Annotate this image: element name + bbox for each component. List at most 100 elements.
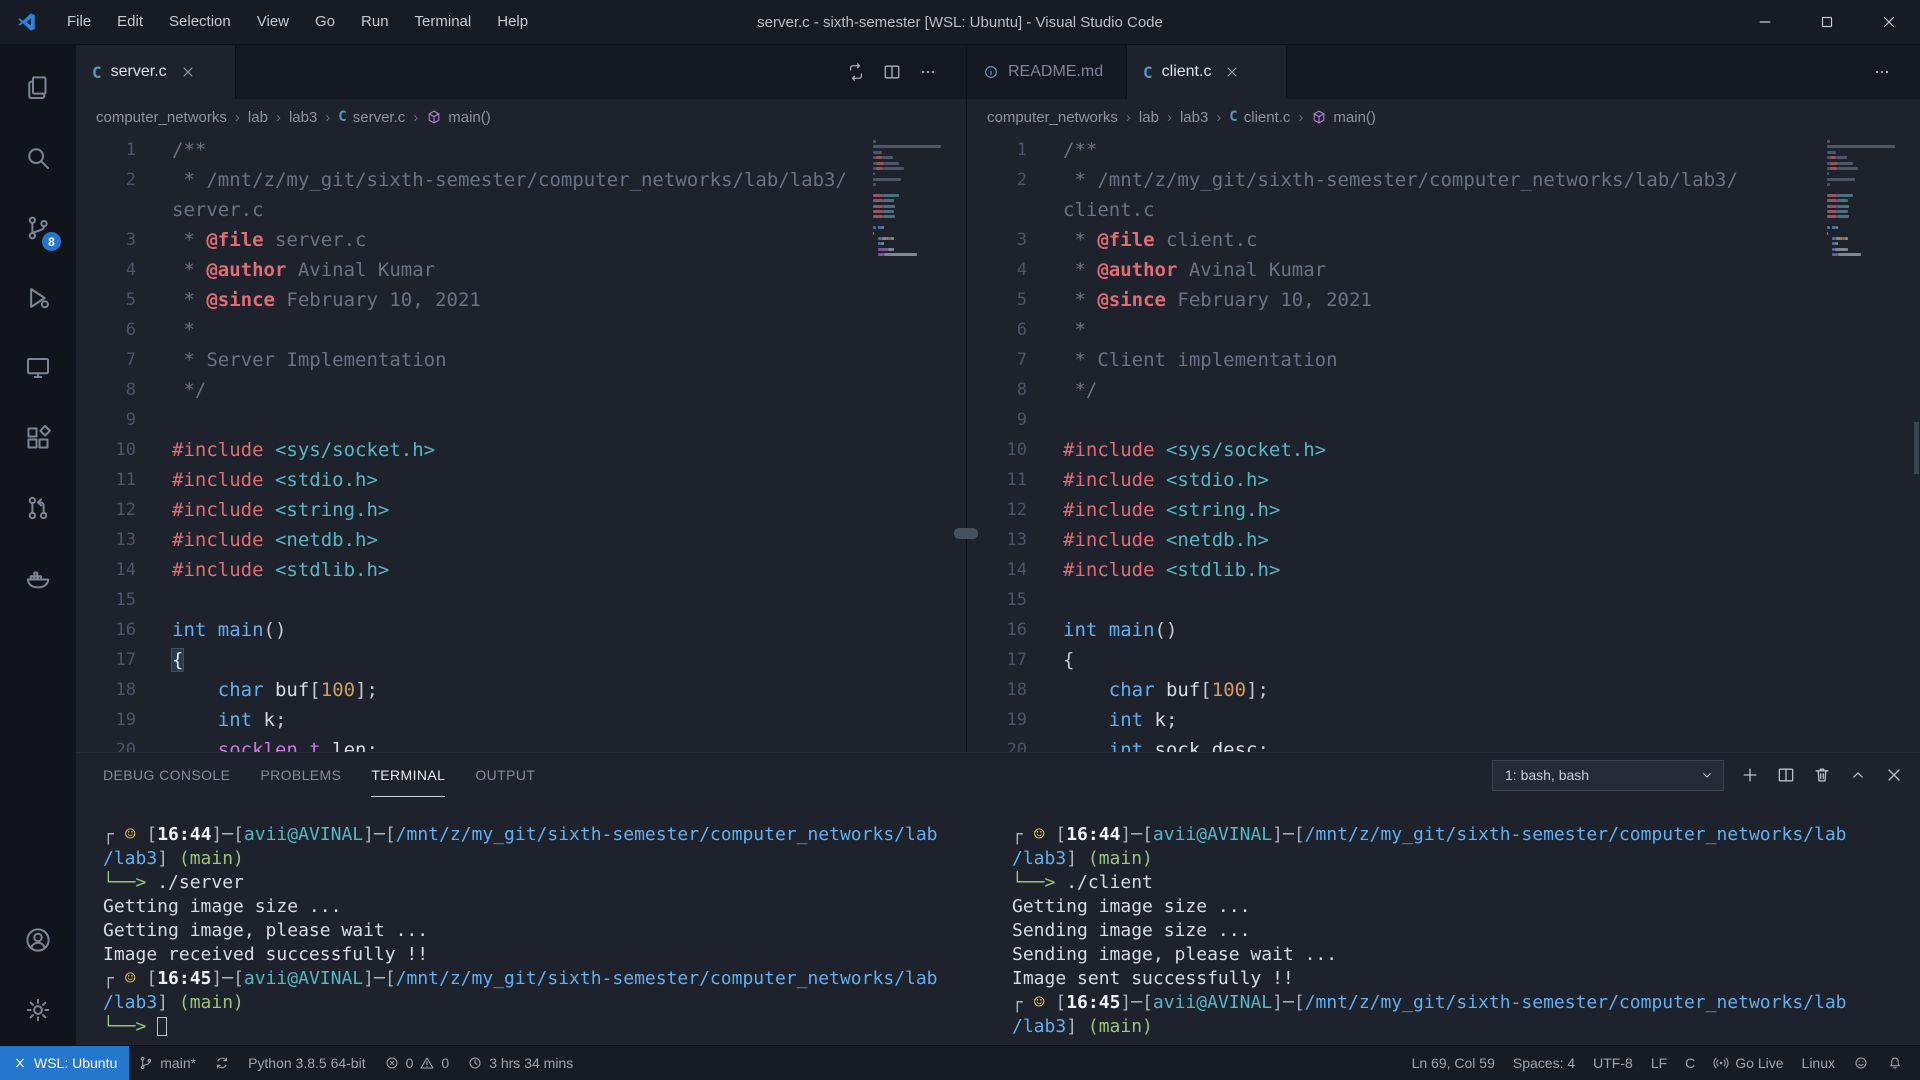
activity-github-pull-requests[interactable] [0, 473, 76, 543]
tab-readme.md[interactable]: README.md [967, 45, 1127, 99]
maximize-button[interactable] [1796, 0, 1858, 44]
code-line: 5 * @since February 10, 2021 [967, 285, 1920, 315]
breadcrumb-item-server.c[interactable]: Cserver.c [338, 109, 405, 126]
status-os[interactable]: Linux [1793, 1046, 1844, 1080]
code-line: 16int main() [76, 615, 966, 645]
code-line: 9 [967, 405, 1920, 435]
code-line: 4 * @author Avinal Kumar [76, 255, 966, 285]
terminal-selector[interactable]: 1: bash, bash [1492, 760, 1724, 791]
breadcrumb-item-main-[interactable]: main() [1311, 109, 1376, 126]
status-bar: WSL: Ubuntumain* Python 3.8.5 64-bit003 h… [0, 1045, 1920, 1080]
terminal-line: /lab3] (main) [1012, 1015, 1920, 1039]
breadcrumb-item-client.c[interactable]: Cclient.c [1229, 109, 1290, 126]
status-cursor-position[interactable]: Ln 69, Col 59 [1403, 1046, 1504, 1080]
menu-view[interactable]: View [244, 0, 302, 44]
panel-tab-debug-console[interactable]: DEBUG CONSOLE [103, 753, 230, 797]
symbol-method-icon [426, 109, 442, 125]
breadcrumb-item-lab[interactable]: lab [248, 109, 268, 126]
code-line: 3 * @file server.c [76, 225, 966, 255]
open-changes-button[interactable] [846, 62, 866, 82]
activity-run-and-debug[interactable] [0, 263, 76, 333]
terminal-pane-left[interactable]: ┌ ☺ [16:44]─[avii@AVINAL]─[/mnt/z/my_git… [76, 797, 976, 1045]
terminal-pane-right[interactable]: ┌ ☺ [16:44]─[avii@AVINAL]─[/mnt/z/my_git… [976, 797, 1920, 1045]
status-go-live[interactable]: Go Live [1704, 1046, 1792, 1080]
breadcrumb[interactable]: computer_networks›lab›lab3›Cserver.c›mai… [76, 99, 966, 135]
terminal-line: ┌ ☺ [16:45]─[avii@AVINAL]─[/mnt/z/my_git… [1012, 991, 1920, 1015]
tab-server.c[interactable]: Cserver.c [76, 45, 236, 99]
menu-edit[interactable]: Edit [104, 0, 156, 44]
code-line: 18 char buf[100]; [967, 675, 1920, 705]
activity-explorer[interactable] [0, 53, 76, 123]
error-icon [384, 1055, 400, 1071]
code-editor-server[interactable]: 1/**2 * /mnt/z/my_git/sixth-semester/com… [76, 135, 966, 752]
activity-accounts[interactable] [0, 905, 76, 975]
status-encoding[interactable]: UTF-8 [1584, 1046, 1642, 1080]
more-actions-button[interactable] [1872, 62, 1892, 82]
close-window-button[interactable] [1858, 0, 1920, 44]
menu-file[interactable]: File [54, 0, 104, 44]
terminal-line: Image sent successfully !! [1012, 967, 1920, 991]
line-number: 8 [967, 375, 1027, 405]
line-number: 18 [967, 675, 1027, 705]
minimap[interactable] [873, 140, 951, 259]
breadcrumb[interactable]: computer_networks›lab›lab3›Cclient.c›mai… [967, 99, 1920, 135]
activity-settings[interactable] [0, 975, 76, 1045]
line-number: 16 [967, 615, 1027, 645]
status-indentation[interactable]: Spaces: 4 [1504, 1046, 1584, 1080]
kill-terminal-button[interactable] [1812, 765, 1832, 785]
split-editor-button[interactable] [882, 62, 902, 82]
status-python-version[interactable]: Python 3.8.5 64-bit [239, 1046, 375, 1080]
breadcrumb-item-main-[interactable]: main() [426, 109, 491, 126]
status-eol[interactable]: LF [1642, 1046, 1676, 1080]
breadcrumb-item-computer-networks[interactable]: computer_networks [987, 109, 1118, 126]
breadcrumb-item-lab[interactable]: lab [1139, 109, 1159, 126]
new-terminal-button[interactable] [1740, 765, 1760, 785]
status-sync-changes[interactable] [205, 1046, 239, 1080]
remote-icon [12, 1055, 28, 1071]
close-icon[interactable] [180, 64, 196, 80]
breadcrumb-separator: › [1126, 109, 1131, 126]
scrollbar-thumb[interactable] [1914, 422, 1919, 474]
activity-remote-explorer[interactable] [0, 333, 76, 403]
close-icon[interactable] [1224, 64, 1240, 80]
panel-tab-problems[interactable]: PROBLEMS [260, 753, 341, 797]
activity-bar: 8 [0, 45, 76, 1045]
status-problems[interactable]: 00 [375, 1046, 459, 1080]
status-language-mode[interactable]: C [1676, 1046, 1704, 1080]
sash-handle[interactable] [954, 528, 978, 539]
more-actions-button[interactable] [918, 62, 938, 82]
close-panel-button[interactable] [1884, 765, 1904, 785]
panel-tab-output[interactable]: OUTPUT [475, 753, 535, 797]
menu-terminal[interactable]: Terminal [402, 0, 485, 44]
activity-docker[interactable] [0, 543, 76, 613]
status-notifications[interactable] [1878, 1046, 1912, 1080]
panel-tab-terminal[interactable]: TERMINAL [371, 753, 445, 797]
code-line: 2 * /mnt/z/my_git/sixth-semester/compute… [967, 165, 1920, 195]
breadcrumb-item-lab3[interactable]: lab3 [289, 109, 317, 126]
activity-extensions[interactable] [0, 403, 76, 473]
maximize-panel-button[interactable] [1848, 765, 1868, 785]
status-remote-indicator[interactable]: WSL: Ubuntu [0, 1046, 129, 1080]
minimize-icon [1756, 13, 1774, 31]
status-feedback[interactable] [1844, 1046, 1878, 1080]
panel-tabs: DEBUG CONSOLE PROBLEMS TERMINAL OUTPUT [103, 753, 535, 797]
menu-selection[interactable]: Selection [156, 0, 244, 44]
panel-controls: 1: bash, bash [1492, 753, 1904, 797]
breadcrumb-item-computer-networks[interactable]: computer_networks [96, 109, 227, 126]
line-number: 4 [967, 255, 1027, 285]
breadcrumb-item-lab3[interactable]: lab3 [1180, 109, 1208, 126]
activity-search[interactable] [0, 123, 76, 193]
activity-source-control[interactable]: 8 [0, 193, 76, 263]
split-terminal-button[interactable] [1776, 765, 1796, 785]
status-git-branch[interactable]: main* [129, 1046, 205, 1080]
editor-group-left: Cserver.c computer_networks›lab›lab3›Cse… [76, 45, 967, 752]
menu-help[interactable]: Help [484, 0, 541, 44]
tab-client.c[interactable]: Cclient.c [1127, 45, 1287, 99]
status-time-tracker[interactable]: 3 hrs 34 mins [458, 1046, 582, 1080]
code-editor-client[interactable]: 1/**2 * /mnt/z/my_git/sixth-semester/com… [967, 135, 1920, 752]
info-icon [983, 64, 999, 80]
minimap[interactable] [1827, 140, 1905, 259]
minimize-button[interactable] [1734, 0, 1796, 44]
menu-go[interactable]: Go [302, 0, 348, 44]
menu-run[interactable]: Run [348, 0, 402, 44]
